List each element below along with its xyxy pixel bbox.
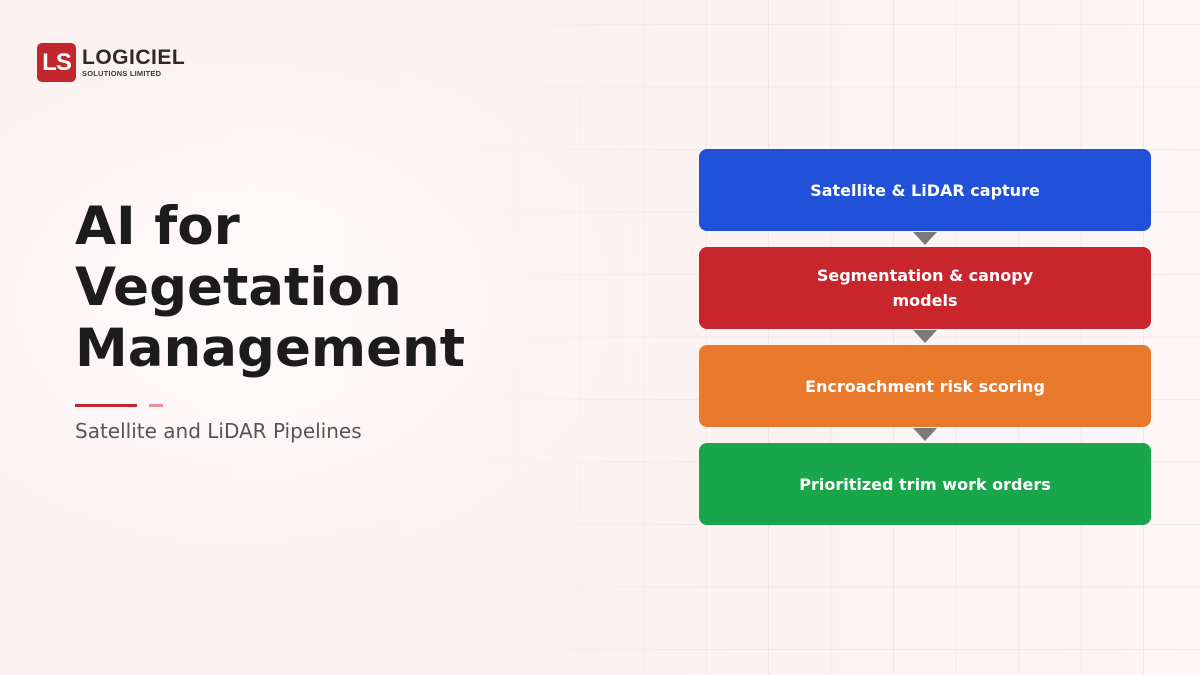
arrow-down-icon bbox=[913, 330, 937, 343]
title-accent-dash bbox=[149, 404, 163, 407]
slide-title: AI for Vegetation Management bbox=[75, 196, 466, 379]
flow-step-segmentation: Segmentation & canopy models bbox=[699, 247, 1151, 329]
company-logo: LS LOGICIEL SOLUTIONS LIMITED bbox=[37, 43, 185, 82]
flow-step-work-orders: Prioritized trim work orders bbox=[699, 443, 1151, 525]
title-accent-bar bbox=[75, 404, 137, 407]
pipeline-flow-diagram: Satellite & LiDAR capture Segmentation &… bbox=[699, 149, 1151, 525]
logo-mark: LS bbox=[37, 43, 76, 82]
flow-connector bbox=[699, 329, 1151, 345]
arrow-down-icon bbox=[913, 232, 937, 245]
logo-name: LOGICIEL bbox=[82, 46, 186, 70]
flow-connector bbox=[699, 427, 1151, 443]
slide-subtitle: Satellite and LiDAR Pipelines bbox=[75, 419, 362, 443]
flow-connector bbox=[699, 231, 1151, 247]
logo-text: LOGICIEL SOLUTIONS LIMITED bbox=[82, 47, 185, 78]
flow-step-risk-scoring: Encroachment risk scoring bbox=[699, 345, 1151, 427]
flow-step-capture: Satellite & LiDAR capture bbox=[699, 149, 1151, 231]
logo-subtitle: SOLUTIONS LIMITED bbox=[82, 69, 162, 79]
arrow-down-icon bbox=[913, 428, 937, 441]
